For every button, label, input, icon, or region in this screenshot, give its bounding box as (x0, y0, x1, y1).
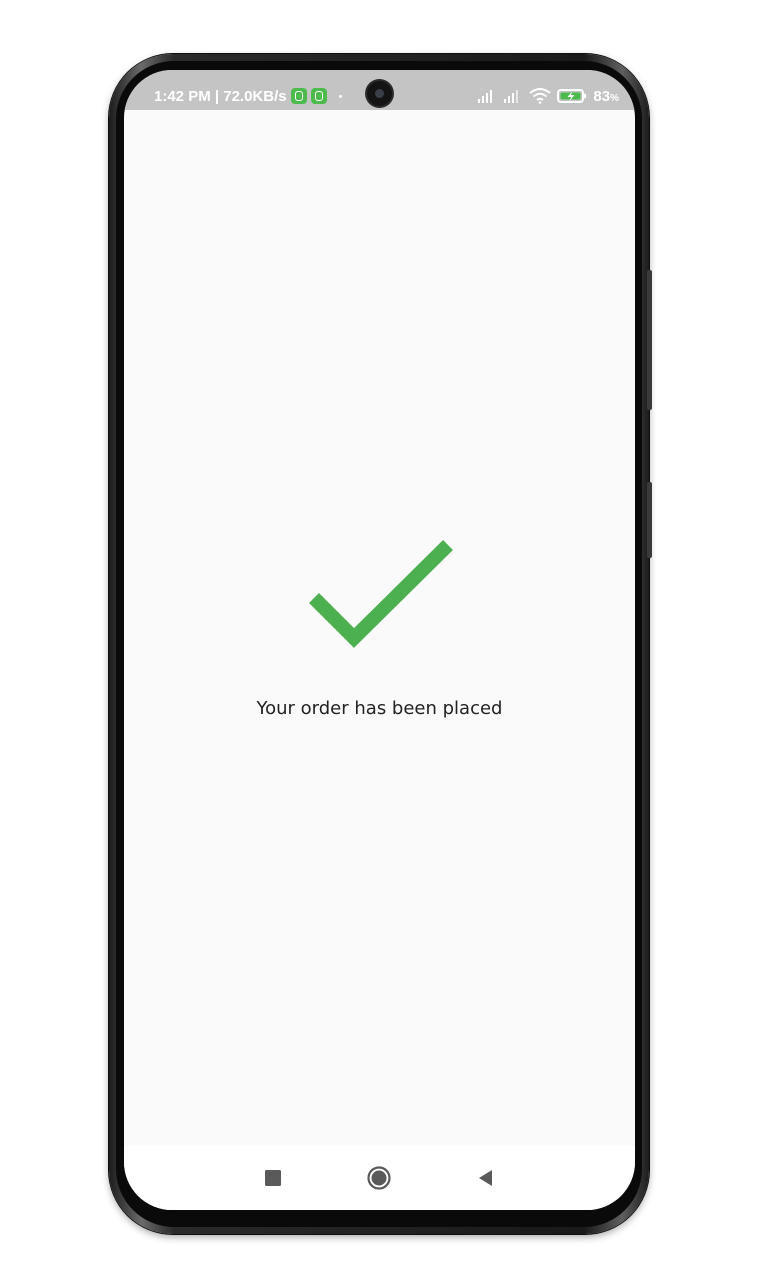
power-button (647, 270, 652, 410)
signal-icon (504, 90, 519, 103)
more-notifications-dot-icon (338, 94, 342, 98)
status-left: 1:42 PM | 72.0KB/s (154, 86, 342, 106)
status-right: 83% (477, 86, 619, 106)
order-confirmation-message: Your order has been placed (256, 698, 503, 719)
front-camera (367, 81, 392, 106)
battery-charging-icon (557, 89, 587, 103)
time-and-speed: 1:42 PM | 72.0KB/s (154, 87, 287, 105)
app-notification-icon (290, 88, 307, 104)
app-notification-icon (310, 88, 327, 104)
success-checkmark-svg (309, 540, 453, 648)
phone-screen: 1:42 PM | 72.0KB/s 83% Your order has be… (124, 70, 635, 1210)
page: 1:42 PM | 72.0KB/s 83% Your order has be… (0, 0, 759, 1280)
signal-icon (478, 90, 493, 103)
status-bar: 1:42 PM | 72.0KB/s 83% (124, 70, 635, 110)
home-button[interactable] (365, 1164, 393, 1192)
square-icon (265, 1170, 281, 1186)
wifi-icon (529, 88, 552, 104)
navigation-bar (124, 1146, 635, 1210)
battery-percent: 83% (593, 87, 619, 105)
back-triangle-icon (479, 1170, 492, 1186)
circle-icon (367, 1166, 391, 1190)
volume-button (647, 482, 652, 558)
recents-button[interactable] (259, 1164, 287, 1192)
checkmark-icon (306, 540, 456, 660)
back-button[interactable] (471, 1164, 499, 1192)
